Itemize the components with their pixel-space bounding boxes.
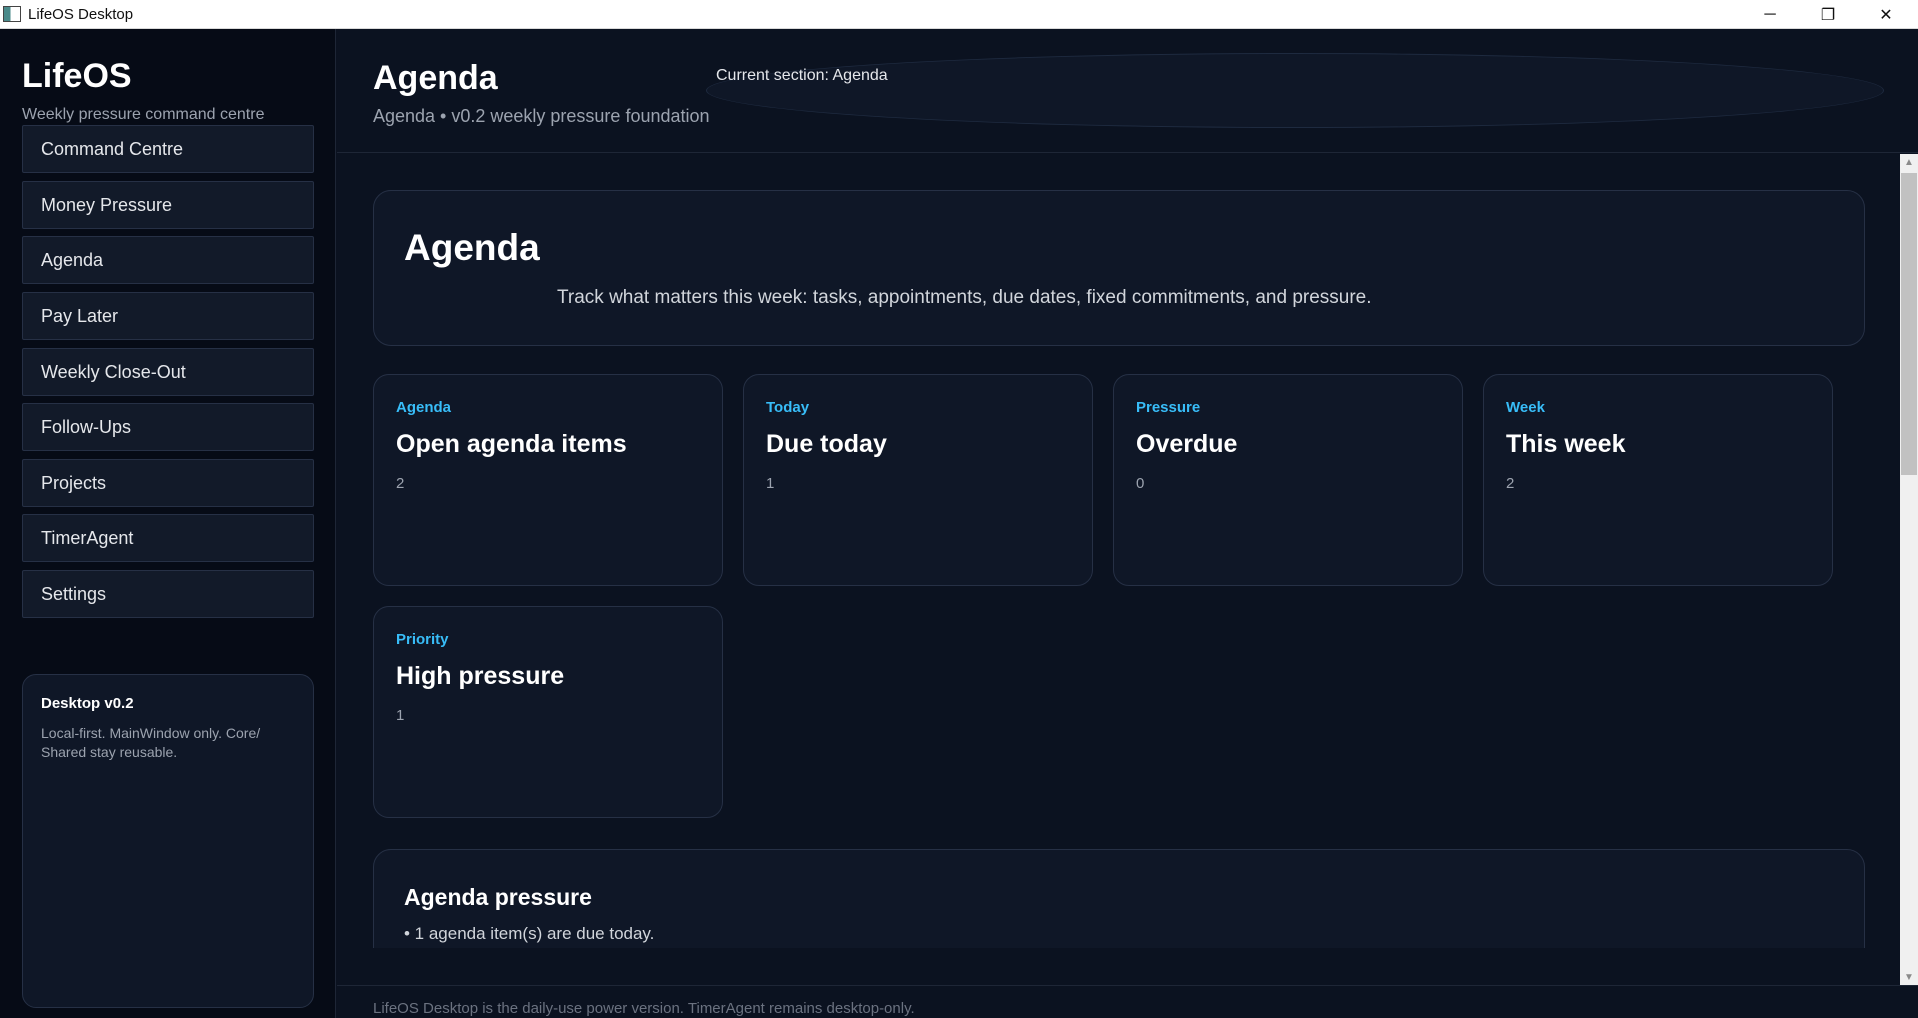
card-value: 1 xyxy=(396,707,405,724)
status-footer: LifeOS Desktop is the daily-use power ve… xyxy=(337,985,1918,1018)
close-icon[interactable]: ✕ xyxy=(1857,0,1915,29)
stat-card-due-today: Today Due today 1 xyxy=(743,374,1093,586)
vertical-scrollbar[interactable]: ▲ ▼ xyxy=(1900,154,1918,986)
stat-card-overdue: Pressure Overdue 0 xyxy=(1113,374,1463,586)
hero-title: Agenda xyxy=(404,227,540,268)
footer-text: LifeOS Desktop is the daily-use power ve… xyxy=(373,1000,915,1017)
brand-title: LifeOS xyxy=(22,57,132,95)
window-title: LifeOS Desktop xyxy=(28,6,134,23)
card-title: Due today xyxy=(766,430,887,458)
agenda-pressure-panel: Agenda pressure • 1 agenda item(s) are d… xyxy=(373,849,1865,948)
stat-card-this-week: Week This week 2 xyxy=(1483,374,1833,586)
card-kicker: Week xyxy=(1506,399,1545,416)
card-value: 1 xyxy=(766,475,775,492)
sidebar-item-timeragent[interactable]: TimerAgent xyxy=(22,514,314,562)
scroll-down-icon[interactable]: ▼ xyxy=(1900,969,1918,986)
hero-description: Track what matters this week: tasks, app… xyxy=(557,287,1372,308)
page-title: Agenda xyxy=(373,59,498,97)
card-value: 2 xyxy=(1506,475,1515,492)
pressure-list-item: • 1 agenda item(s) are due today. xyxy=(404,924,655,943)
page-subtitle: Agenda • v0.2 weekly pressure foundation xyxy=(373,106,710,126)
sidebar-item-command-centre[interactable]: Command Centre xyxy=(22,125,314,173)
sidebar-item-money-pressure[interactable]: Money Pressure xyxy=(22,181,314,229)
card-kicker: Pressure xyxy=(1136,399,1201,416)
stat-card-open-agenda-items: Agenda Open agenda items 2 xyxy=(373,374,723,586)
sidebar-item-follow-ups[interactable]: Follow-Ups xyxy=(22,403,314,451)
brand-tagline: Weekly pressure command centre xyxy=(22,106,265,123)
card-title: High pressure xyxy=(396,662,565,690)
version-card: Desktop v0.2 Local-first. MainWindow onl… xyxy=(22,674,314,1008)
card-title: Overdue xyxy=(1136,430,1238,458)
pressure-panel-title: Agenda pressure xyxy=(404,884,592,910)
sidebar-item-pay-later[interactable]: Pay Later xyxy=(22,292,314,340)
scroll-thumb[interactable] xyxy=(1901,173,1917,475)
maximize-icon[interactable]: ❐ xyxy=(1799,0,1857,29)
card-kicker: Priority xyxy=(396,631,449,648)
card-kicker: Today xyxy=(766,399,810,416)
scroll-up-icon[interactable]: ▲ xyxy=(1900,154,1918,171)
window-title-bar: LifeOS Desktop ─ ❐ ✕ xyxy=(0,0,1918,29)
card-value: 0 xyxy=(1136,475,1145,492)
stat-card-high-pressure: Priority High pressure 1 xyxy=(373,606,723,818)
sidebar-item-settings[interactable]: Settings xyxy=(22,570,314,618)
card-title: This week xyxy=(1506,430,1626,458)
minimize-icon[interactable]: ─ xyxy=(1741,0,1799,29)
version-description: Local-first. MainWindow only. Core/ Shar… xyxy=(41,725,261,760)
sidebar-item-agenda[interactable]: Agenda xyxy=(22,236,314,284)
current-section-label: Current section: Agenda xyxy=(716,67,888,84)
app-window-icon xyxy=(3,6,21,22)
main-content: Agenda Track what matters this week: tas… xyxy=(337,154,1901,948)
card-kicker: Agenda xyxy=(396,399,452,416)
page-header: Agenda Agenda • v0.2 weekly pressure fou… xyxy=(337,29,1918,153)
hero-panel: Agenda Track what matters this week: tas… xyxy=(373,190,1865,346)
current-section-pill xyxy=(706,53,1884,128)
version-title: Desktop v0.2 xyxy=(41,695,134,712)
sidebar-item-weekly-close-out[interactable]: Weekly Close-Out xyxy=(22,348,314,396)
card-value: 2 xyxy=(396,475,405,492)
sidebar-item-projects[interactable]: Projects xyxy=(22,459,314,507)
card-title: Open agenda items xyxy=(396,430,627,458)
sidebar: LifeOS Weekly pressure command centre Co… xyxy=(0,29,336,1018)
